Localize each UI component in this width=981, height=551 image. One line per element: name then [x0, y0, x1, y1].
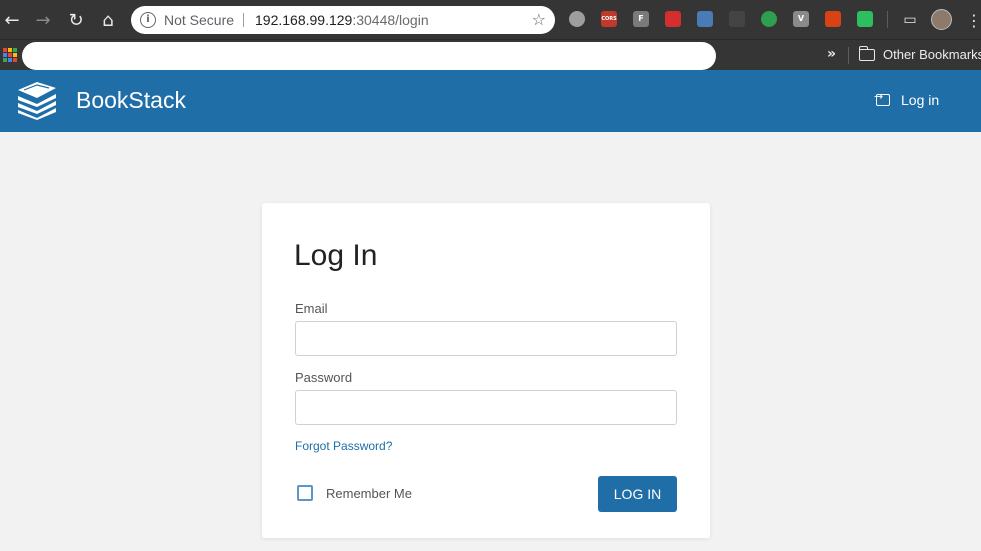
- url-path: :30448/login: [352, 12, 429, 28]
- app-header: BookStack Log in: [0, 70, 981, 132]
- login-card: Log In Email Password Forgot Password? R…: [262, 203, 710, 538]
- url-text[interactable]: 192.168.99.129:30448/login: [255, 12, 429, 28]
- bookstack-logo-icon[interactable]: [15, 82, 59, 120]
- f-extension-icon[interactable]: F: [633, 11, 649, 27]
- vue-extension-icon[interactable]: V: [793, 11, 809, 27]
- address-bar[interactable]: i Not Secure 192.168.99.129:30448/login …: [131, 6, 555, 34]
- other-bookmarks-link[interactable]: Other Bookmarks: [883, 47, 981, 62]
- login-title: Log In: [294, 239, 378, 272]
- header-login-label: Log in: [901, 92, 940, 108]
- bookmarks-divider: [848, 47, 849, 64]
- email-field[interactable]: [295, 321, 677, 356]
- profile-avatar[interactable]: [931, 9, 952, 30]
- info-icon[interactable]: i: [140, 12, 156, 28]
- brand-name[interactable]: BookStack: [76, 87, 186, 114]
- forgot-password-link[interactable]: Forgot Password?: [295, 439, 392, 453]
- bookmark-star-icon[interactable]: ☆: [532, 10, 546, 29]
- green-dot-extension-icon[interactable]: [761, 11, 777, 27]
- redacted-bookmarks: [22, 42, 716, 70]
- cast-icon[interactable]: ▭: [898, 8, 922, 32]
- email-label: Email: [295, 301, 328, 316]
- cors-extension-icon[interactable]: CORS: [601, 11, 617, 27]
- header-login-link[interactable]: Log in: [874, 90, 940, 108]
- url-host: 192.168.99.129: [255, 12, 353, 28]
- evernote-extension-icon[interactable]: [857, 11, 873, 27]
- browser-toolbar: ← → ↻ ⌂ i Not Secure 192.168.99.129:3044…: [0, 0, 981, 39]
- bookmarks-bar: » Other Bookmarks: [0, 39, 981, 70]
- toolbar-divider: [887, 11, 888, 28]
- password-field[interactable]: [295, 390, 677, 425]
- login-button[interactable]: LOG IN: [598, 476, 677, 512]
- more-bookmarks-icon[interactable]: »: [827, 46, 836, 62]
- forward-icon[interactable]: →: [31, 8, 55, 32]
- reload-icon[interactable]: ↻: [64, 8, 88, 32]
- login-icon: [874, 90, 890, 106]
- menu-dots-icon[interactable]: ⋮: [962, 8, 981, 32]
- monitor-extension-icon[interactable]: [697, 11, 713, 27]
- circle-extension-icon[interactable]: [569, 11, 585, 27]
- back-icon[interactable]: ←: [0, 8, 24, 32]
- dark-extension-icon[interactable]: [729, 11, 745, 27]
- security-label[interactable]: Not Secure: [164, 12, 234, 28]
- folder-icon[interactable]: [858, 46, 875, 61]
- remember-me-checkbox[interactable]: [297, 485, 313, 501]
- apps-icon[interactable]: [3, 48, 17, 62]
- address-divider: [243, 13, 244, 27]
- remember-me-label[interactable]: Remember Me: [326, 486, 412, 501]
- home-icon[interactable]: ⌂: [96, 8, 120, 32]
- stop-extension-icon[interactable]: [665, 11, 681, 27]
- password-label: Password: [295, 370, 353, 385]
- abp-extension-icon[interactable]: [825, 11, 841, 27]
